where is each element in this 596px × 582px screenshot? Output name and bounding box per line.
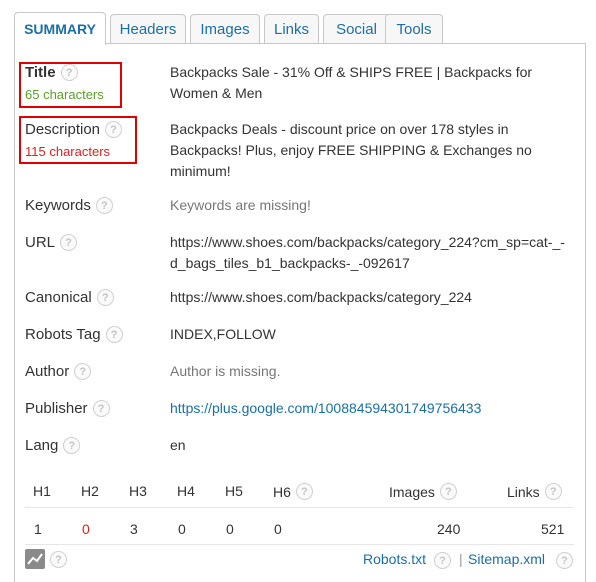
url-label: URL ? (25, 234, 78, 251)
lang-label: Lang ? (25, 437, 81, 454)
help-icon[interactable]: ? (63, 437, 81, 454)
header-h1-label: H1 (33, 483, 51, 499)
help-icon[interactable]: ? (434, 552, 451, 569)
header-h6-label: H6 ? (273, 483, 313, 500)
h5-count: 0 (226, 521, 234, 537)
h1-count: 1 (34, 521, 42, 537)
canonical-label: Canonical ? (25, 289, 114, 306)
tab-bar: SUMMARY Headers Images Links Social Tool… (14, 12, 586, 45)
canonical-label-text: Canonical (25, 289, 92, 306)
robots-value: INDEX,FOLLOW (170, 326, 276, 342)
tab-links[interactable]: Links (264, 14, 319, 44)
robots-txt-link[interactable]: Robots.txt (363, 551, 426, 567)
robots-label: Robots Tag ? (25, 326, 123, 343)
images-count-label: Images ? (389, 483, 457, 500)
title-char-count: 65 characters (25, 87, 104, 102)
canonical-value: https://www.shoes.com/backpacks/category… (170, 289, 472, 305)
links-count: 521 (541, 521, 565, 537)
header-h5-label: H5 (225, 483, 243, 499)
chart-icon[interactable] (25, 549, 45, 569)
author-value: Author is missing. (170, 363, 281, 379)
help-icon[interactable]: ? (439, 483, 457, 500)
help-icon[interactable]: ? (544, 483, 562, 500)
help-icon[interactable]: ? (556, 552, 573, 569)
stats-divider-top (25, 507, 574, 508)
help-icon[interactable]: ? (96, 289, 114, 306)
help-icon[interactable]: ? (295, 483, 313, 500)
help-icon[interactable]: ? (92, 400, 110, 417)
author-label-text: Author (25, 363, 70, 380)
title-value: Backpacks Sale - 31% Off & SHIPS FREE | … (170, 64, 533, 101)
description-char-count: 115 characters (25, 144, 111, 159)
h4-count: 0 (178, 521, 186, 537)
header-h3-label: H3 (129, 483, 147, 499)
url-value: https://www.shoes.com/backpacks/category… (170, 234, 565, 271)
publisher-label: Publisher ? (25, 400, 110, 417)
tab-headers[interactable]: Headers (110, 14, 186, 44)
help-icon[interactable]: ? (60, 64, 78, 81)
publisher-label-text: Publisher (25, 400, 88, 417)
tab-tools[interactable]: Tools (385, 14, 443, 44)
tab-social[interactable]: Social (323, 14, 390, 44)
tab-summary[interactable]: SUMMARY (14, 12, 106, 45)
title-label: Title ? (25, 64, 78, 81)
links-count-label: Links ? (507, 483, 562, 500)
keywords-label: Keywords ? (25, 197, 113, 214)
help-icon[interactable]: ? (95, 197, 113, 214)
description-label-text: Description (25, 121, 101, 138)
publisher-link[interactable]: https://plus.google.com/1008845943017497… (170, 398, 570, 419)
url-label-text: URL (25, 234, 56, 251)
keywords-value: Keywords are missing! (170, 197, 311, 213)
help-icon[interactable]: ? (74, 363, 92, 380)
author-label: Author ? (25, 363, 92, 380)
tab-images[interactable]: Images (190, 14, 260, 44)
help-icon[interactable]: ? (50, 551, 67, 568)
title-label-text: Title (25, 64, 56, 81)
robots-label-text: Robots Tag (25, 326, 101, 343)
stats-divider-bottom (25, 544, 574, 545)
keywords-label-text: Keywords (25, 197, 91, 214)
footer-separator: | (459, 551, 463, 567)
images-count: 240 (437, 521, 461, 537)
header-h4-label: H4 (177, 483, 195, 499)
help-icon[interactable]: ? (105, 121, 123, 138)
header-h2-label: H2 (81, 483, 99, 499)
h6-count: 0 (274, 521, 282, 537)
h3-count: 3 (130, 521, 138, 537)
lang-value: en (170, 437, 186, 453)
description-label: Description ? (25, 121, 123, 138)
help-icon[interactable]: ? (60, 234, 78, 251)
h2-count: 0 (82, 521, 90, 537)
help-icon[interactable]: ? (105, 326, 123, 343)
lang-label-text: Lang (25, 437, 59, 454)
description-value: Backpacks Deals - discount price on over… (170, 121, 532, 179)
sitemap-xml-link[interactable]: Sitemap.xml (468, 551, 545, 567)
